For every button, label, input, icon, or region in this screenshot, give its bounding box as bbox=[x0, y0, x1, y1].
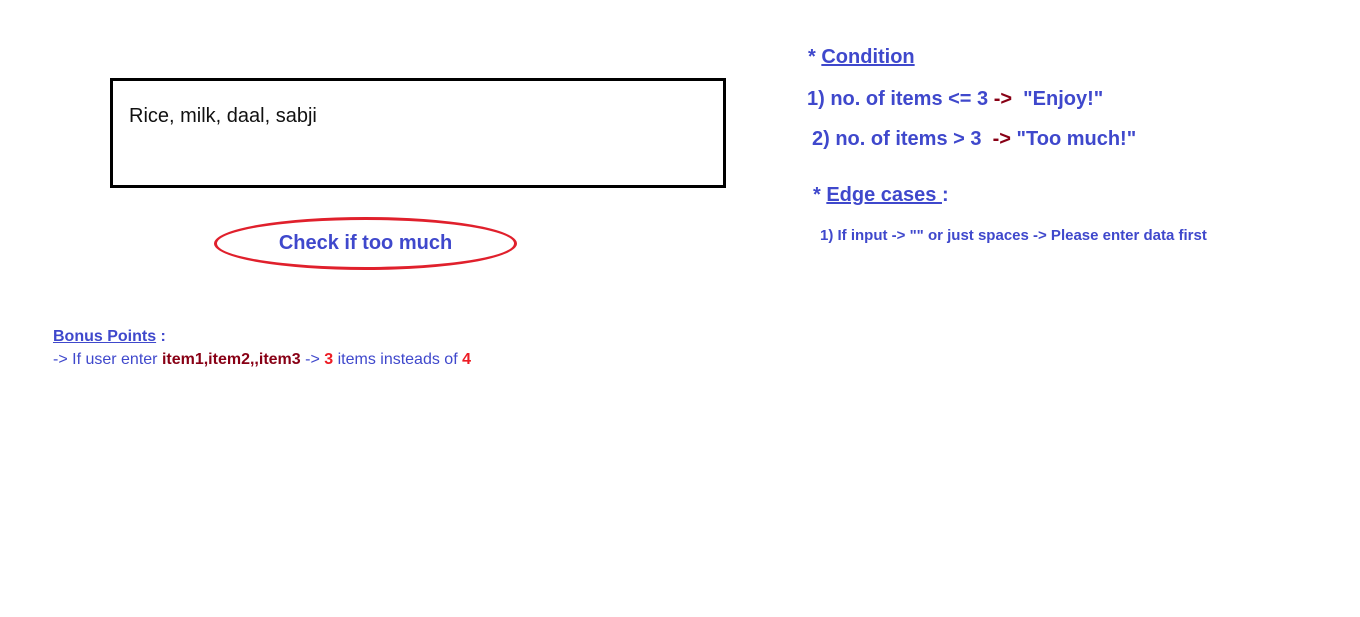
check-if-too-much-button[interactable]: Check if too much bbox=[214, 217, 517, 270]
items-input-value: Rice, milk, daal, sabji bbox=[129, 105, 317, 127]
bonus-example-input: item1,item2,,item3 bbox=[161, 351, 301, 368]
edge-case-line-1: 1) If input -> "" or just spaces -> Plea… bbox=[820, 227, 1207, 244]
edge-cases-star: * bbox=[813, 184, 827, 206]
condition-2-result: "Too much!" bbox=[1010, 128, 1137, 150]
bonus-points-heading-text: Bonus Points bbox=[53, 328, 157, 345]
condition-2-prefix: 2) no. of items > 3 bbox=[812, 128, 993, 150]
condition-star: * bbox=[808, 46, 822, 68]
condition-line-1: 1) no. of items <= 3 -> "Enjoy!" bbox=[807, 88, 1103, 111]
condition-2-arrow: -> bbox=[992, 128, 1011, 150]
bonus-part-2: -> bbox=[300, 351, 325, 368]
edge-cases-heading-text: Edge cases bbox=[826, 184, 942, 206]
bonus-count-correct: 3 bbox=[324, 351, 334, 368]
bonus-points-colon: : bbox=[156, 328, 166, 345]
items-input[interactable]: Rice, milk, daal, sabji bbox=[110, 78, 726, 188]
check-button-label: Check if too much bbox=[278, 232, 453, 254]
bonus-points-heading: Bonus Points : bbox=[53, 328, 166, 346]
condition-1-arrow: -> bbox=[993, 88, 1013, 110]
condition-heading-text: Condition bbox=[821, 46, 915, 68]
bonus-points-line: -> If user enter item1,item2,,item3 -> 3… bbox=[53, 351, 471, 369]
bonus-part-1: -> If user enter bbox=[53, 351, 162, 368]
bonus-part-3: items insteads of bbox=[333, 351, 463, 368]
edge-cases-heading: * Edge cases : bbox=[813, 184, 949, 207]
condition-line-2: 2) no. of items > 3 -> "Too much!" bbox=[812, 128, 1136, 151]
edge-cases-colon: : bbox=[941, 184, 949, 206]
condition-heading: * Condition bbox=[808, 46, 915, 69]
bonus-count-wrong: 4 bbox=[462, 351, 471, 368]
condition-1-prefix: 1) no. of items <= 3 bbox=[807, 88, 994, 110]
condition-1-result: "Enjoy!" bbox=[1012, 88, 1104, 110]
